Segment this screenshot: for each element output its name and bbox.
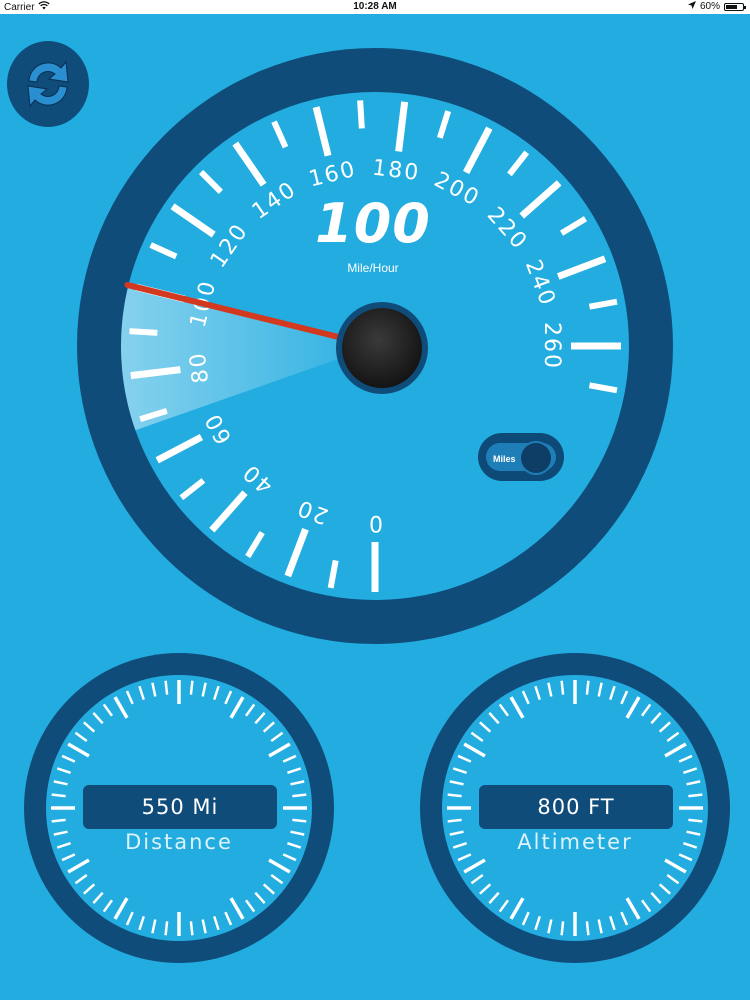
speed-readout: 100 <box>315 192 431 255</box>
gauge-tick <box>292 793 307 798</box>
needle-hub <box>342 308 422 388</box>
gauge-tick <box>447 793 462 798</box>
gauge-tick <box>189 680 194 695</box>
speed-unit-label: Mile/Hour <box>347 261 399 275</box>
speed-tick <box>129 328 158 336</box>
gauge-tick <box>164 680 169 695</box>
gauge-tick <box>51 818 66 823</box>
gauge-tick <box>560 680 565 695</box>
gauge-tick <box>447 818 462 823</box>
speed-scale-label: 0 <box>367 510 383 535</box>
gauge-tick <box>585 680 590 695</box>
distance-value: 550 Mi <box>83 785 277 829</box>
gauge-tick <box>688 793 703 798</box>
speed-tick <box>357 100 365 129</box>
speed-scale-label: 80 <box>185 350 214 385</box>
gauge-tick <box>292 818 307 823</box>
gauge-tick <box>189 921 194 936</box>
gauge-tick <box>164 921 169 936</box>
unit-toggle-knob[interactable] <box>521 443 551 473</box>
gauge-tick <box>51 793 66 798</box>
gauge-tick <box>688 818 703 823</box>
gauge-tick <box>560 921 565 936</box>
distance-label: Distance <box>125 830 233 854</box>
unit-toggle-label: Miles <box>493 454 516 464</box>
altimeter-value: 800 FT <box>479 785 673 829</box>
altimeter-label: Altimeter <box>517 830 633 854</box>
gauge-tick <box>585 921 590 936</box>
speed-scale-label: 260 <box>539 322 564 370</box>
